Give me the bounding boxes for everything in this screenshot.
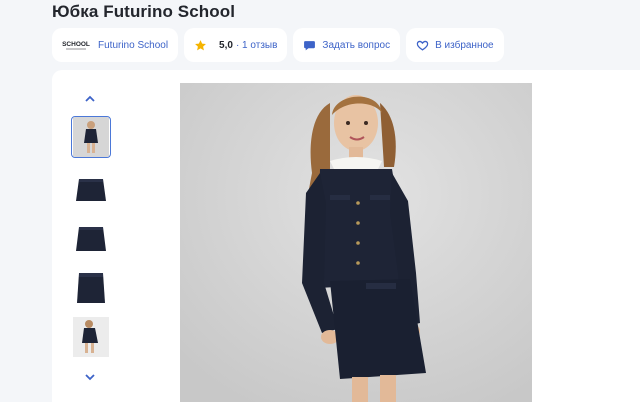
reviews-count: · 1 отзыв <box>235 39 278 51</box>
thumbnail-image <box>73 117 109 157</box>
product-page: Юбка Futurino School SCHOOL Futurino Sch… <box>0 0 640 402</box>
product-actions-bar: SCHOOL Futurino School 5,0 · 1 отзыв Зад… <box>52 28 504 62</box>
main-product-photo[interactable] <box>180 83 532 402</box>
gallery-panel <box>52 70 640 402</box>
thumbnail-image <box>73 167 109 207</box>
thumbnail-navy-skirt-front[interactable] <box>71 166 111 208</box>
rating-value: 5,0 <box>219 39 233 51</box>
thumbnail-image <box>73 267 109 307</box>
product-title: Юбка Futurino School <box>52 2 236 21</box>
thumbnail-girl-in-uniform[interactable] <box>71 116 111 158</box>
rating-chip[interactable]: 5,0 · 1 отзыв <box>184 28 288 62</box>
thumbnail-girl-in-uniform-2[interactable] <box>71 316 111 358</box>
girl-in-uniform-image <box>180 83 532 402</box>
chat-bubble-icon <box>303 39 316 52</box>
thumbnail-navy-skirt-back[interactable] <box>71 266 111 308</box>
star-icon <box>194 39 207 52</box>
thumbnail-navy-skirt-front-2[interactable] <box>71 216 111 258</box>
ask-question-chip[interactable]: Задать вопрос <box>293 28 401 62</box>
brand-label: Futurino School <box>98 39 169 51</box>
ask-question-label: Задать вопрос <box>322 39 391 51</box>
add-to-favorites-chip[interactable]: В избранное <box>406 28 504 62</box>
chevron-down-icon[interactable] <box>83 370 97 384</box>
brand-chip[interactable]: SCHOOL Futurino School <box>52 28 179 62</box>
favorites-label: В избранное <box>435 39 494 51</box>
brand-logo: SCHOOL <box>62 38 90 52</box>
thumbnail-image <box>73 317 109 357</box>
chevron-up-icon[interactable] <box>83 91 97 105</box>
thumbnail-list <box>68 116 114 366</box>
brand-logo-graphic: SCHOOL <box>62 41 90 50</box>
thumbnail-image <box>73 217 109 257</box>
svg-text:SCHOOL: SCHOOL <box>62 41 90 48</box>
heart-icon <box>416 39 429 52</box>
